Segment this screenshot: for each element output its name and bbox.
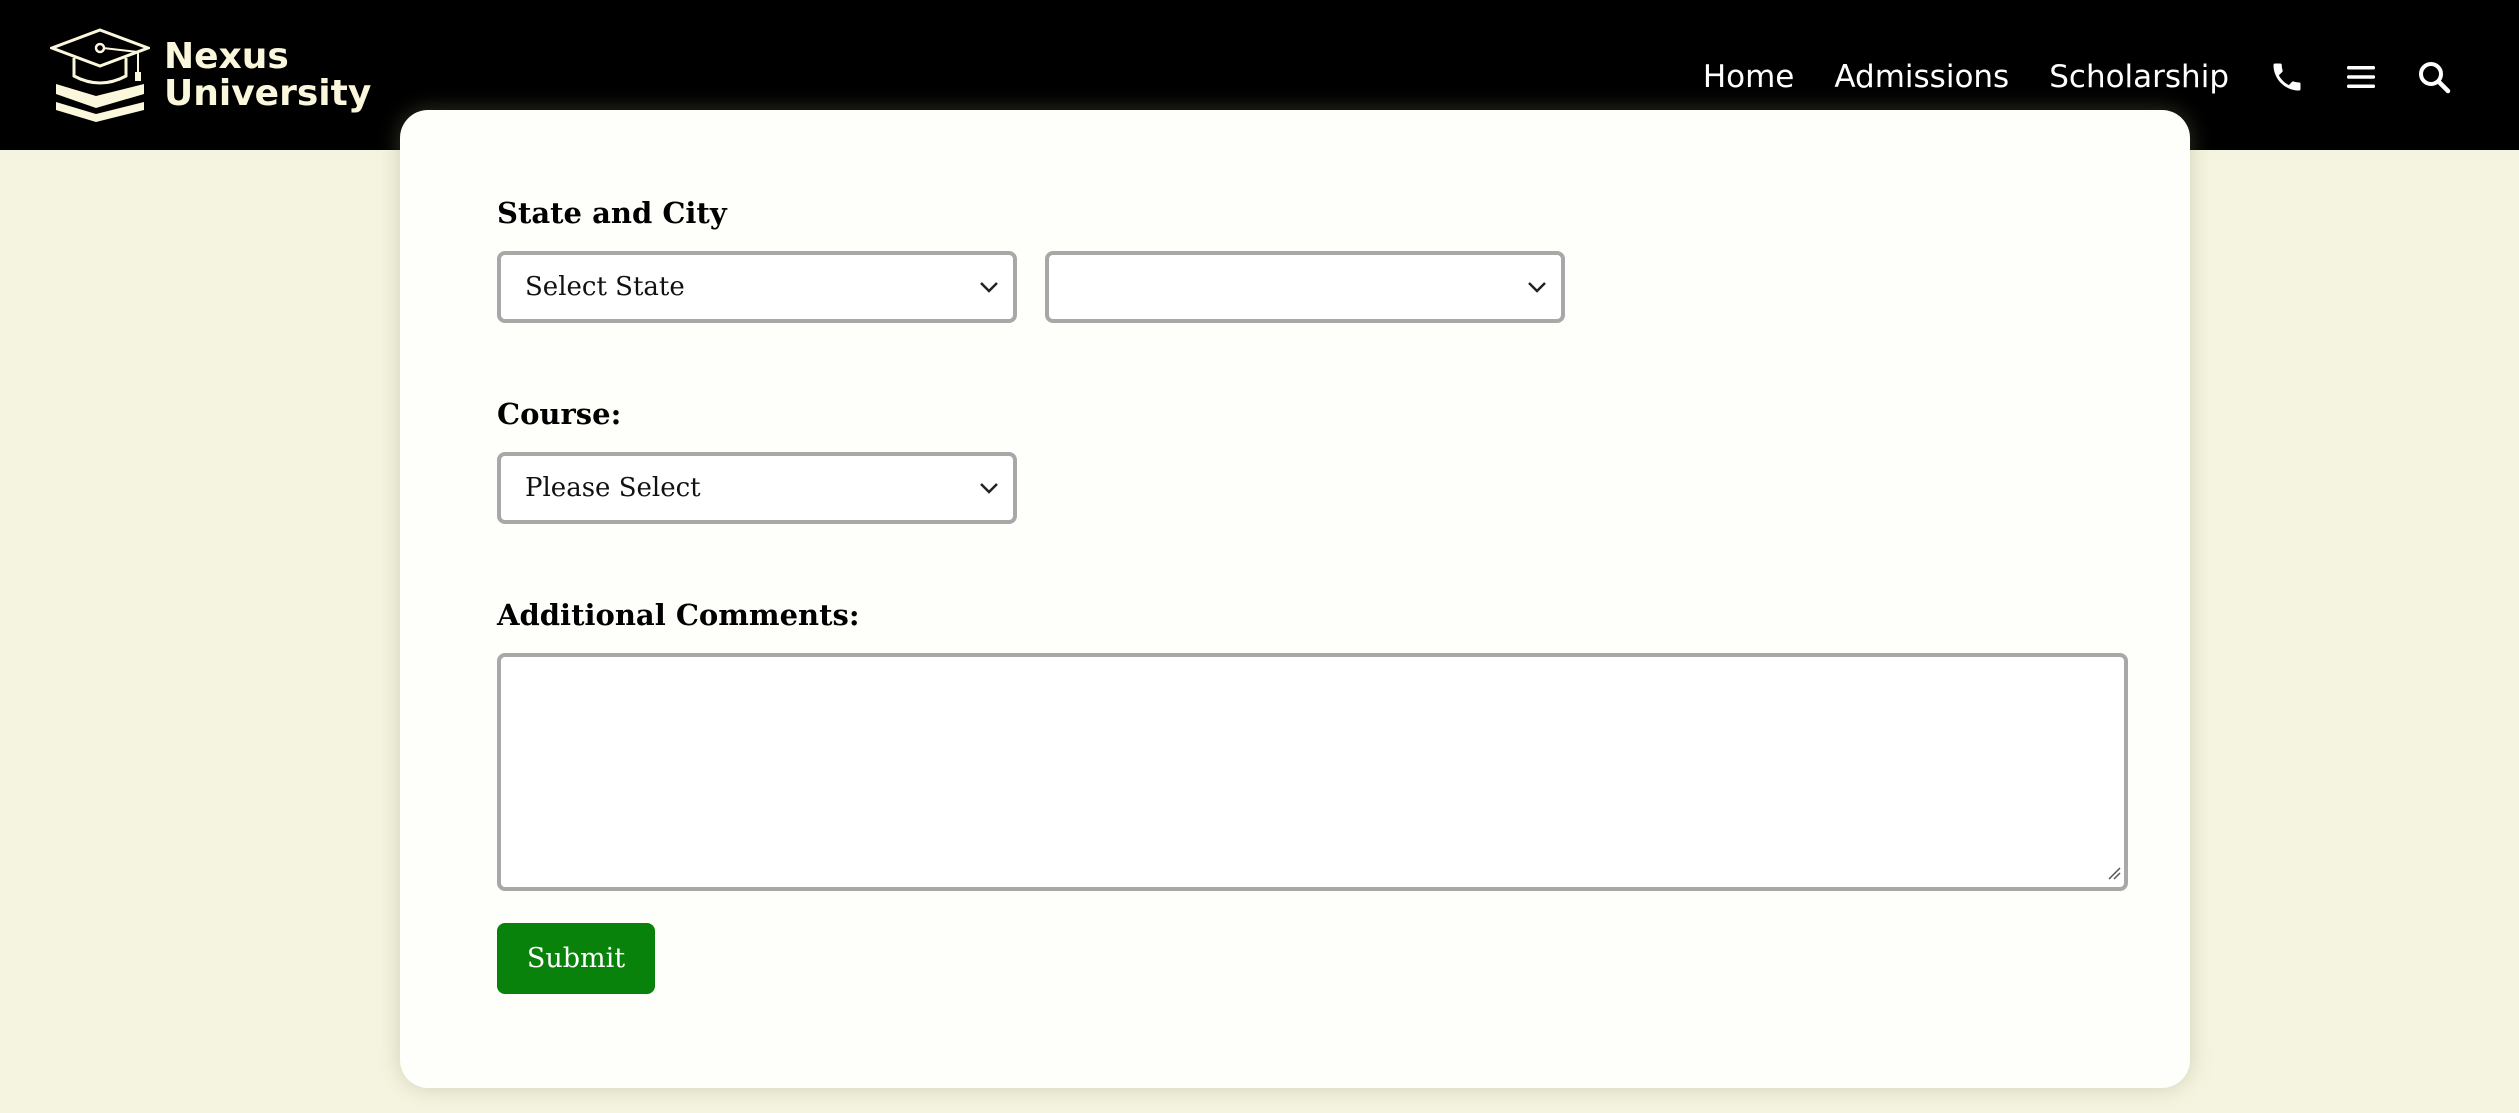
additional-comments-textarea[interactable] — [497, 653, 2128, 891]
brand-name: Nexus University — [164, 38, 371, 112]
course-label: Course: — [497, 397, 622, 431]
chevron-down-icon — [1527, 281, 1547, 293]
nav-link-scholarship[interactable]: Scholarship — [2049, 59, 2229, 95]
phone-icon[interactable] — [2269, 59, 2305, 95]
site-logo[interactable]: Nexus University — [50, 28, 371, 122]
application-form-card: State and City Select State Course: Plea… — [400, 110, 2190, 1088]
brand-name-line1: Nexus — [164, 36, 289, 77]
menu-icon[interactable] — [2345, 63, 2377, 91]
nav-link-admissions[interactable]: Admissions — [1834, 59, 2009, 95]
course-select-value: Please Select — [525, 473, 701, 503]
course-select[interactable]: Please Select — [497, 452, 1017, 524]
resize-handle-icon[interactable] — [2106, 865, 2122, 885]
chevron-down-icon — [979, 482, 999, 494]
nav-link-home[interactable]: Home — [1703, 59, 1795, 95]
city-select[interactable] — [1045, 251, 1565, 323]
chevron-down-icon — [979, 281, 999, 293]
state-city-label: State and City — [497, 196, 727, 230]
additional-comments-label: Additional Comments: — [497, 598, 860, 632]
state-select[interactable]: Select State — [497, 251, 1017, 323]
state-select-value: Select State — [525, 272, 685, 302]
graduation-cap-icon — [50, 28, 150, 122]
main-nav: Home Admissions Scholarship — [1663, 52, 2451, 102]
submit-button[interactable]: Submit — [497, 923, 655, 994]
brand-name-line2: University — [164, 73, 372, 114]
search-icon[interactable] — [2417, 60, 2451, 94]
